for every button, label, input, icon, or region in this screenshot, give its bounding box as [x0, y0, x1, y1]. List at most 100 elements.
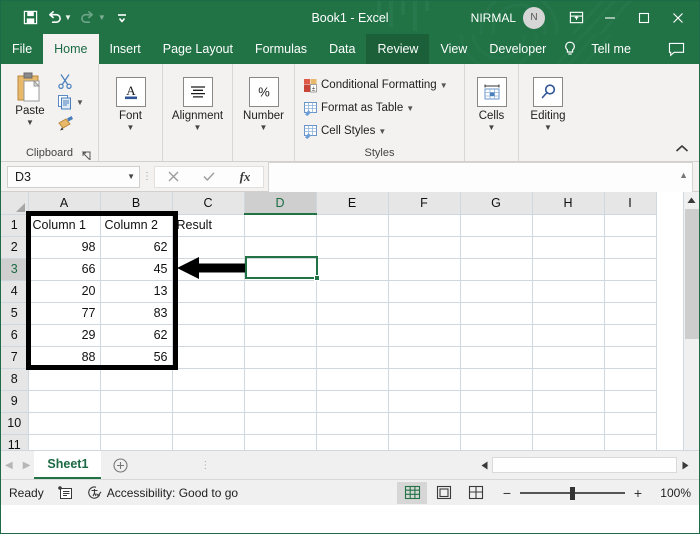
cell-g2[interactable] — [460, 236, 533, 259]
cell-e8[interactable] — [316, 368, 389, 391]
view-normal-button[interactable] — [397, 481, 427, 504]
close-button[interactable] — [661, 1, 695, 34]
tab-insert[interactable]: Insert — [99, 34, 152, 64]
cell-b4[interactable]: 13 — [100, 280, 173, 303]
cell-e5[interactable] — [316, 302, 389, 325]
cell-a8[interactable] — [28, 368, 101, 391]
tab-formulas[interactable]: Formulas — [244, 34, 318, 64]
maximize-button[interactable] — [627, 1, 661, 34]
cell-f6[interactable] — [388, 324, 461, 347]
tab-home[interactable]: Home — [43, 34, 99, 64]
cell-i9[interactable] — [604, 390, 657, 413]
cells-button[interactable]: Cells ▼ — [471, 73, 512, 132]
cell-g5[interactable] — [460, 302, 533, 325]
view-page-break-preview-button[interactable] — [461, 482, 491, 504]
cell-d4[interactable] — [244, 280, 317, 303]
cell-d6[interactable] — [244, 324, 317, 347]
account-name[interactable]: NIRMAL — [471, 11, 516, 25]
cell-f9[interactable] — [388, 390, 461, 413]
horizontal-scroll-track[interactable] — [492, 457, 677, 473]
cell-b6[interactable]: 62 — [100, 324, 173, 347]
row-header-3[interactable]: 3 — [1, 258, 29, 281]
row-header-9[interactable]: 9 — [1, 390, 29, 413]
cell-c11[interactable] — [172, 434, 245, 450]
save-icon[interactable] — [19, 7, 41, 29]
horizontal-scrollbar[interactable] — [210, 451, 699, 479]
cell-a11[interactable] — [28, 434, 101, 450]
column-header-b[interactable]: B — [100, 192, 173, 215]
scroll-right-icon[interactable] — [677, 457, 693, 473]
cancel-formula-icon[interactable] — [158, 171, 188, 182]
cell-e1[interactable] — [316, 214, 389, 237]
cell-f3[interactable] — [388, 258, 461, 281]
row-header-4[interactable]: 4 — [1, 280, 29, 303]
undo-dropdown-icon[interactable]: ▼ — [64, 13, 72, 22]
cell-h1[interactable] — [532, 214, 605, 237]
cell-e10[interactable] — [316, 412, 389, 435]
editing-button[interactable]: Editing ▼ — [525, 73, 571, 132]
cell-h3[interactable] — [532, 258, 605, 281]
alignment-button[interactable]: Alignment ▼ — [169, 73, 226, 132]
cell-g11[interactable] — [460, 434, 533, 450]
copy-dropdown-icon[interactable]: ▼ — [76, 98, 84, 107]
conditional-formatting-button[interactable]: ± Conditional Formatting ▼ — [301, 75, 450, 95]
lightbulb-icon[interactable] — [557, 34, 580, 64]
copy-button[interactable]: ▼ — [55, 92, 86, 112]
row-header-2[interactable]: 2 — [1, 236, 29, 259]
row-header-5[interactable]: 5 — [1, 302, 29, 325]
minimize-button[interactable] — [593, 1, 627, 34]
font-dropdown-icon[interactable]: ▼ — [127, 123, 135, 132]
cell-e6[interactable] — [316, 324, 389, 347]
format-as-table-dropdown-icon[interactable]: ▼ — [406, 104, 414, 113]
ribbon-display-options-icon[interactable] — [559, 1, 593, 34]
column-header-h[interactable]: H — [532, 192, 605, 215]
conditional-formatting-dropdown-icon[interactable]: ▼ — [440, 81, 448, 90]
name-box[interactable]: D3 ▼ — [7, 165, 140, 188]
cell-a7[interactable]: 88 — [28, 346, 101, 369]
cell-e3[interactable] — [316, 258, 389, 281]
name-box-dropdown-icon[interactable]: ▼ — [127, 172, 135, 181]
cells-dropdown-icon[interactable]: ▼ — [488, 123, 496, 132]
cell-a2[interactable]: 98 — [28, 236, 101, 259]
cell-d7[interactable] — [244, 346, 317, 369]
cell-f8[interactable] — [388, 368, 461, 391]
row-header-8[interactable]: 8 — [1, 368, 29, 391]
tab-file[interactable]: File — [1, 34, 43, 64]
cell-a6[interactable]: 29 — [28, 324, 101, 347]
tab-review[interactable]: Review — [366, 34, 430, 64]
cell-styles-dropdown-icon[interactable]: ▼ — [378, 127, 386, 136]
cell-h6[interactable] — [532, 324, 605, 347]
font-button[interactable]: A Font ▼ — [105, 73, 156, 132]
tell-me-box[interactable]: Tell me — [580, 34, 642, 64]
cell-b3[interactable]: 45 — [100, 258, 173, 281]
cell-g6[interactable] — [460, 324, 533, 347]
select-all-corner[interactable] — [1, 192, 29, 215]
cell-b7[interactable]: 56 — [100, 346, 173, 369]
scroll-up-icon[interactable] — [683, 192, 699, 209]
cell-styles-button[interactable]: Cell Styles ▼ — [301, 121, 450, 141]
cell-c9[interactable] — [172, 390, 245, 413]
view-page-layout-button[interactable] — [429, 482, 459, 504]
cell-d10[interactable] — [244, 412, 317, 435]
cell-c6[interactable] — [172, 324, 245, 347]
tab-view[interactable]: View — [429, 34, 478, 64]
vertical-scrollbar[interactable] — [683, 192, 699, 450]
column-header-g[interactable]: G — [460, 192, 533, 215]
cell-c2[interactable] — [172, 236, 245, 259]
cell-i1[interactable] — [604, 214, 657, 237]
number-dropdown-icon[interactable]: ▼ — [260, 123, 268, 132]
column-header-c[interactable]: C — [172, 192, 245, 215]
cell-d8[interactable] — [244, 368, 317, 391]
alignment-dropdown-icon[interactable]: ▼ — [194, 123, 202, 132]
cell-a4[interactable]: 20 — [28, 280, 101, 303]
row-header-7[interactable]: 7 — [1, 346, 29, 369]
cell-h2[interactable] — [532, 236, 605, 259]
cell-g1[interactable] — [460, 214, 533, 237]
cell-h5[interactable] — [532, 302, 605, 325]
scroll-left-icon[interactable] — [476, 457, 492, 473]
cell-a9[interactable] — [28, 390, 101, 413]
cell-c4[interactable] — [172, 280, 245, 303]
cell-i6[interactable] — [604, 324, 657, 347]
column-header-f[interactable]: F — [388, 192, 461, 215]
tab-developer[interactable]: Developer — [478, 34, 557, 64]
